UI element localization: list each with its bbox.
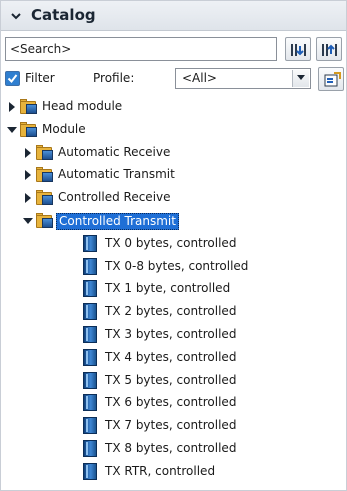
tree-module-item[interactable]: TX 0 bytes, controlled — [1, 233, 346, 255]
tree-item-label: TX RTR, controlled — [105, 463, 216, 478]
filter-row: Filter Profile: <All> — [5, 67, 344, 91]
tree-item-label: TX 2 bytes, controlled — [105, 304, 237, 319]
tree-folder-item[interactable]: Automatic Transmit — [1, 164, 346, 186]
panel-title: Catalog — [31, 6, 96, 24]
tree-folder-item[interactable]: Head module — [1, 96, 346, 118]
module-icon — [83, 303, 97, 321]
module-icon — [83, 417, 97, 435]
tree-item-label: Controlled Receive — [58, 190, 171, 205]
tree-folder-item[interactable]: Controlled Transmit — [1, 210, 346, 232]
tree-module-item[interactable]: TX 6 bytes, controlled — [1, 392, 346, 414]
collapsed-arrow-icon[interactable] — [7, 102, 17, 112]
module-icon — [83, 371, 97, 389]
tree-item-label: Controlled Transmit — [56, 213, 179, 230]
chevron-down-icon[interactable] — [10, 10, 22, 22]
tree-item-label: Head module — [42, 99, 123, 113]
search-down-button[interactable] — [285, 37, 311, 61]
profile-label: Profile: — [93, 71, 135, 85]
module-icon — [83, 394, 97, 412]
tree-module-item[interactable]: TX 2 bytes, controlled — [1, 301, 346, 323]
collapsed-arrow-icon[interactable] — [23, 147, 33, 158]
tree-module-item[interactable]: TX 4 bytes, controlled — [1, 347, 346, 369]
tree-module-item[interactable]: TX RTR, controlled — [1, 461, 346, 483]
tree-item-label: TX 5 bytes, controlled — [105, 372, 237, 387]
profile-select[interactable]: <All> — [175, 68, 311, 89]
tree-item-label: TX 1 byte, controlled — [105, 281, 231, 296]
tree-item-label: TX 7 bytes, controlled — [105, 418, 237, 433]
folder-icon — [36, 213, 54, 229]
tree-item-label: TX 6 bytes, controlled — [105, 395, 237, 410]
tree-item-label: Automatic Receive — [58, 144, 171, 159]
tree-module-item[interactable]: TX 3 bytes, controlled — [1, 324, 346, 346]
module-icon — [83, 234, 97, 252]
tree-item-label: Module — [42, 121, 86, 136]
module-icon — [83, 280, 97, 298]
tree-item-label: TX 8 bytes, controlled — [105, 441, 237, 455]
module-icon — [83, 462, 97, 480]
tree-item-label: Automatic Transmit — [58, 167, 175, 182]
tree-folder-item[interactable]: Controlled Receive — [1, 187, 346, 209]
tree-module-item[interactable]: TX 5 bytes, controlled — [1, 370, 346, 392]
tree-item-label: TX 3 bytes, controlled — [105, 327, 237, 341]
filter-label: Filter — [25, 71, 55, 85]
chevron-down-icon — [297, 75, 305, 80]
catalog-panel: Catalog Filter Profi — [0, 0, 347, 491]
check-icon — [7, 74, 18, 84]
folder-icon — [36, 167, 54, 183]
tree-module-item[interactable]: TX 7 bytes, controlled — [1, 415, 346, 437]
expanded-arrow-icon[interactable] — [7, 125, 17, 135]
module-icon — [83, 440, 97, 457]
tree-module-item[interactable]: TX 1 byte, controlled — [1, 278, 346, 300]
folder-icon — [20, 121, 38, 138]
search-input[interactable] — [5, 37, 277, 61]
tree-folder-item[interactable]: Module — [1, 119, 346, 141]
module-icon — [83, 257, 97, 275]
search-down-icon — [291, 44, 306, 56]
tree-item-label: TX 0 bytes, controlled — [105, 235, 237, 250]
search-row — [5, 37, 344, 61]
dropdown-arrow[interactable] — [292, 70, 309, 87]
filter-checkbox[interactable] — [5, 71, 20, 86]
module-icon — [83, 326, 97, 343]
tree-module-item[interactable]: TX 0-8 bytes, controlled — [1, 256, 346, 278]
search-up-icon — [322, 44, 337, 56]
tree-folder-item[interactable]: Automatic Receive — [1, 142, 346, 164]
search-up-button[interactable] — [316, 37, 342, 61]
folder-icon — [36, 144, 54, 161]
module-icon — [83, 348, 97, 366]
collapsed-arrow-icon[interactable] — [23, 193, 33, 204]
tree-item-label: TX 4 bytes, controlled — [105, 349, 237, 364]
profile-settings-icon — [324, 72, 341, 87]
tree-item-label: TX 0-8 bytes, controlled — [105, 258, 249, 273]
tree-module-item[interactable]: TX 8 bytes, controlled — [1, 438, 346, 460]
folder-icon — [36, 190, 54, 206]
expanded-arrow-icon[interactable] — [23, 216, 33, 226]
collapsed-arrow-icon[interactable] — [23, 170, 33, 181]
profile-select-value: <All> — [182, 71, 217, 85]
folder-icon — [20, 99, 38, 115]
add-profile-button[interactable] — [318, 67, 344, 91]
catalog-header[interactable]: Catalog — [1, 1, 346, 31]
